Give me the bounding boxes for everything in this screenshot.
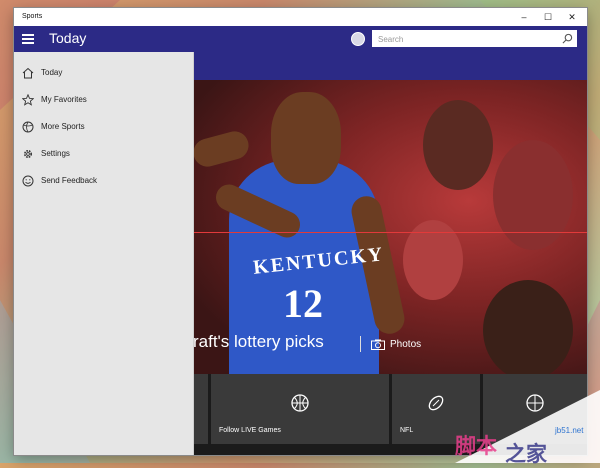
nav-item-today[interactable]: Today (14, 63, 193, 85)
tile-label: NFL (400, 427, 414, 434)
ball-icon (22, 121, 34, 133)
star-icon (22, 94, 34, 106)
player-head (271, 92, 341, 184)
nav-item-settings[interactable]: Settings (14, 144, 193, 166)
football-icon (428, 395, 444, 411)
nav-item-label: Today (41, 68, 63, 77)
divider (360, 336, 361, 352)
crowd-figure (483, 280, 573, 380)
photos-label: Photos (390, 338, 422, 350)
search-icon[interactable] (562, 33, 573, 44)
title-bar: Sports – ☐ ✕ (14, 8, 587, 26)
app-window: Sports – ☐ ✕ Today KENTUCKY 12 raft's lo… (14, 8, 587, 455)
hero-headline[interactable]: raft's lottery picks (193, 332, 324, 352)
photos-link[interactable]: Photos (360, 336, 421, 352)
basketball-icon (291, 394, 309, 412)
window-title: Sports (22, 13, 43, 20)
search-input[interactable] (376, 31, 555, 48)
camera-icon (371, 339, 385, 350)
nav-item-send-feedback[interactable]: Send Feedback (14, 171, 193, 193)
smiley-icon (22, 175, 34, 187)
crowd-figure (423, 100, 493, 190)
hamburger-menu-icon[interactable] (20, 32, 36, 46)
home-icon (22, 67, 34, 79)
hero-image[interactable]: KENTUCKY 12 raft's lottery picks Photos (193, 80, 587, 382)
tile-label: Follow LIVE Games (219, 427, 281, 434)
watermark-text: 脚本 (455, 434, 497, 458)
nav-item-more-sports[interactable]: More Sports (14, 117, 193, 139)
tile-follow-live-games[interactable]: Follow LIVE Games (211, 374, 389, 444)
page-title: Today (49, 30, 87, 46)
maximize-button[interactable]: ☐ (536, 8, 560, 26)
nav-item-my-favorites[interactable]: My Favorites (14, 90, 193, 112)
nav-item-label: More Sports (41, 122, 85, 131)
crowd-figure (493, 140, 573, 250)
search-box[interactable] (372, 30, 577, 48)
tile-partial[interactable] (193, 374, 208, 444)
header-band (193, 52, 587, 80)
close-button[interactable]: ✕ (560, 8, 584, 26)
jersey-number: 12 (283, 281, 323, 326)
avatar[interactable] (351, 32, 365, 46)
minimize-button[interactable]: – (512, 8, 536, 26)
watermark-text: 之家 (505, 442, 547, 466)
navigation-pane: Today My Favorites More Sports Settings (14, 52, 194, 455)
nav-item-label: Settings (41, 149, 70, 158)
app-header: Today (14, 26, 587, 52)
player-arm (193, 128, 252, 170)
watermark-url: jb51.net (555, 426, 584, 435)
nav-item-label: Send Feedback (41, 176, 98, 185)
gear-icon (23, 149, 33, 159)
nav-item-label: My Favorites (41, 95, 87, 104)
